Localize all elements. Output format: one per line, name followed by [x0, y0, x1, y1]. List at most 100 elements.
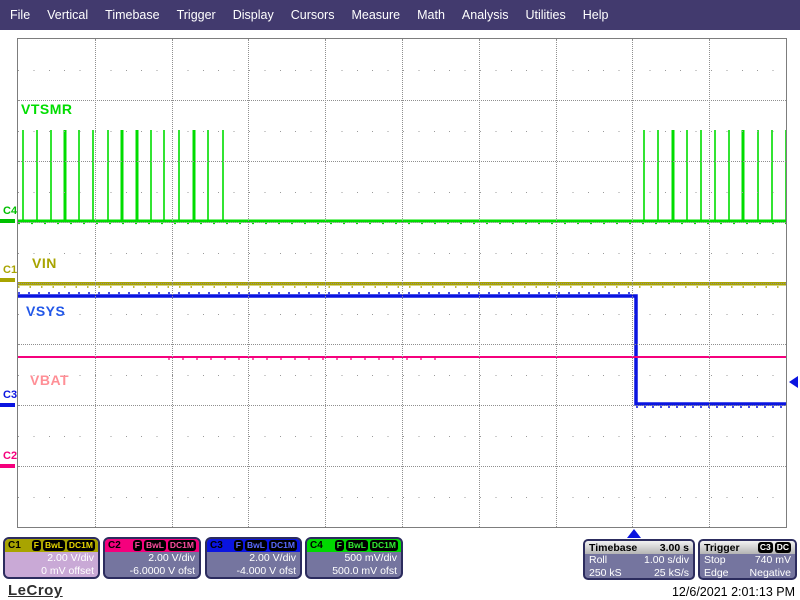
channel-marker-c4[interactable]: C4 — [3, 205, 17, 217]
menu-item-vertical[interactable]: Vertical — [47, 8, 88, 22]
channel-offset-value: 500.0 mV ofst — [307, 565, 401, 578]
vtsmr-pulse — [742, 130, 745, 221]
timebase-row-label: 250 kS — [589, 567, 622, 580]
vtsmr-pulse — [50, 130, 52, 221]
menu-item-display[interactable]: Display — [233, 8, 274, 22]
menu-item-timebase[interactable]: Timebase — [105, 8, 159, 22]
lecroy-scope-window: File Vertical Timebase Trigger Display Cursor… — [0, 0, 800, 600]
channel-badges: FBwLDC1M — [131, 540, 196, 551]
badge-dc1m: DC1M — [67, 540, 95, 551]
badge-dc1m: DC1M — [269, 540, 297, 551]
vtsmr-pulse — [163, 130, 165, 221]
trigger-badge-c3: C3 — [758, 542, 773, 553]
timebase-title: Timebase — [589, 542, 637, 554]
channel-offset-value: -4.000 V ofst — [207, 565, 300, 578]
vtsmr-pulse — [785, 130, 786, 221]
channel-scale-value: 2.00 V/div — [105, 552, 199, 565]
timebase-row-value: 1.00 s/div — [644, 554, 689, 567]
waveform-display: VTSMR VIN VSYS VBAT — [17, 38, 787, 528]
lecroy-logo: LeCroy — [8, 582, 63, 599]
trace-label-vin[interactable]: VIN — [32, 255, 57, 271]
trigger-row: Stop740 mV — [700, 554, 795, 567]
trigger-row: EdgeNegative — [700, 567, 795, 580]
channel-box-c4[interactable]: C4FBwLDC1M500 mV/div500.0 mV ofst — [305, 537, 403, 579]
menu-item-math[interactable]: Math — [417, 8, 445, 22]
vtsmr-pulse — [78, 130, 80, 221]
gridline-horizontal — [18, 100, 786, 101]
timebase-descriptor[interactable]: Timebase 3.00 s Roll 1.00 s/div 250 kS 25 k… — [583, 539, 695, 580]
trigger-time-marker[interactable] — [627, 529, 641, 538]
channel-badges: FBwLDC1M — [30, 540, 95, 551]
datetime-label: 12/6/2021 2:01:13 PM — [672, 585, 795, 599]
menu-item-analysis[interactable]: Analysis — [462, 8, 509, 22]
graticule-minor-ticks — [18, 253, 786, 254]
badge-dc1m: DC1M — [370, 540, 398, 551]
gridline-horizontal — [18, 344, 786, 345]
vtsmr-pulse — [121, 130, 124, 221]
channel-scale-value: 500 mV/div — [307, 552, 401, 565]
channel-box-header: C3FBwLDC1M — [207, 539, 300, 552]
badge-f: F — [234, 540, 243, 551]
vtsmr-pulse — [207, 130, 209, 221]
channel-box-header: C2FBwLDC1M — [105, 539, 199, 552]
menu-item-measure[interactable]: Measure — [351, 8, 400, 22]
vtsmr-pulse — [107, 130, 109, 221]
vtsmr-pulse — [728, 130, 730, 221]
menu-item-utilities[interactable]: Utilities — [525, 8, 565, 22]
timebase-row-label: Roll — [589, 554, 607, 567]
channel-scale-value: 2.00 V/div — [207, 552, 300, 565]
vtsmr-pulse — [771, 130, 773, 221]
vtsmr-pulse — [193, 130, 196, 221]
badge-bwl: BwL — [245, 540, 267, 551]
channel-marker-c1[interactable]: C1 — [3, 264, 17, 276]
vtsmr-pulse — [22, 130, 24, 221]
channel-offset-tick-c1[interactable] — [0, 278, 15, 282]
channel-offset-tick-c2[interactable] — [0, 464, 15, 468]
channel-box-c3[interactable]: C3FBwLDC1M2.00 V/div-4.000 V ofst — [205, 537, 302, 579]
channel-offset-tick-c3[interactable] — [0, 403, 15, 407]
channel-box-header: C1 FBwLDC1M — [5, 539, 98, 552]
vtsmr-pulse — [643, 130, 645, 221]
channel-offset-value: -6.0000 V ofst — [105, 565, 199, 578]
menu-item-trigger[interactable]: Trigger — [177, 8, 216, 22]
menu-item-help[interactable]: Help — [583, 8, 609, 22]
gridline-horizontal — [18, 283, 786, 284]
trace-label-vsys[interactable]: VSYS — [26, 303, 65, 319]
vtsmr-pulse — [64, 130, 67, 221]
menu-item-file[interactable]: File — [10, 8, 30, 22]
menu-item-cursors[interactable]: Cursors — [291, 8, 335, 22]
trigger-descriptor[interactable]: Trigger C3DC Stop740 mVEdgeNegative — [698, 539, 797, 580]
timebase-row-value: 25 kS/s — [654, 567, 689, 580]
vtsmr-pulse — [222, 130, 224, 221]
vtsmr-pulse — [686, 130, 688, 221]
graticule-minor-ticks — [18, 375, 786, 376]
timebase-value: 3.00 s — [660, 542, 689, 554]
graticule-minor-ticks — [18, 70, 786, 71]
gridline-horizontal — [18, 405, 786, 406]
trigger-row-label: Edge — [704, 567, 729, 580]
graticule-minor-ticks — [18, 497, 786, 498]
menu-bar: File Vertical Timebase Trigger Display Cursor… — [0, 0, 800, 30]
graticule-minor-ticks — [18, 131, 786, 132]
channel-marker-c2[interactable]: C2 — [3, 450, 17, 462]
trace-label-vtsmr[interactable]: VTSMR — [21, 101, 73, 117]
channel-scale-value: 2.00 V/div — [5, 552, 98, 565]
gridline-horizontal — [18, 161, 786, 162]
trigger-level-marker[interactable] — [789, 376, 798, 388]
timebase-row: 250 kS 25 kS/s — [585, 567, 693, 580]
channel-marker-c3[interactable]: C3 — [3, 389, 17, 401]
channel-badges: FBwLDC1M — [333, 540, 398, 551]
trace-label-vbat[interactable]: VBAT — [30, 372, 69, 388]
channel-box-c1[interactable]: C1 FBwLDC1M2.00 V/div0 mV offset — [3, 537, 100, 579]
vtsmr-pulse — [700, 130, 702, 221]
vtsmr-pulse — [150, 130, 152, 221]
badge-bwl: BwL — [43, 540, 65, 551]
badge-f: F — [335, 540, 344, 551]
channel-name-label: C1 — [8, 540, 21, 551]
channel-offset-value: 0 mV offset — [5, 565, 98, 578]
timebase-row: Roll 1.00 s/div — [585, 554, 693, 567]
trigger-row-label: Stop — [704, 554, 726, 567]
channel-offset-tick-c4[interactable] — [0, 219, 15, 223]
channel-badges: FBwLDC1M — [232, 540, 297, 551]
channel-box-c2[interactable]: C2FBwLDC1M2.00 V/div-6.0000 V ofst — [103, 537, 201, 579]
